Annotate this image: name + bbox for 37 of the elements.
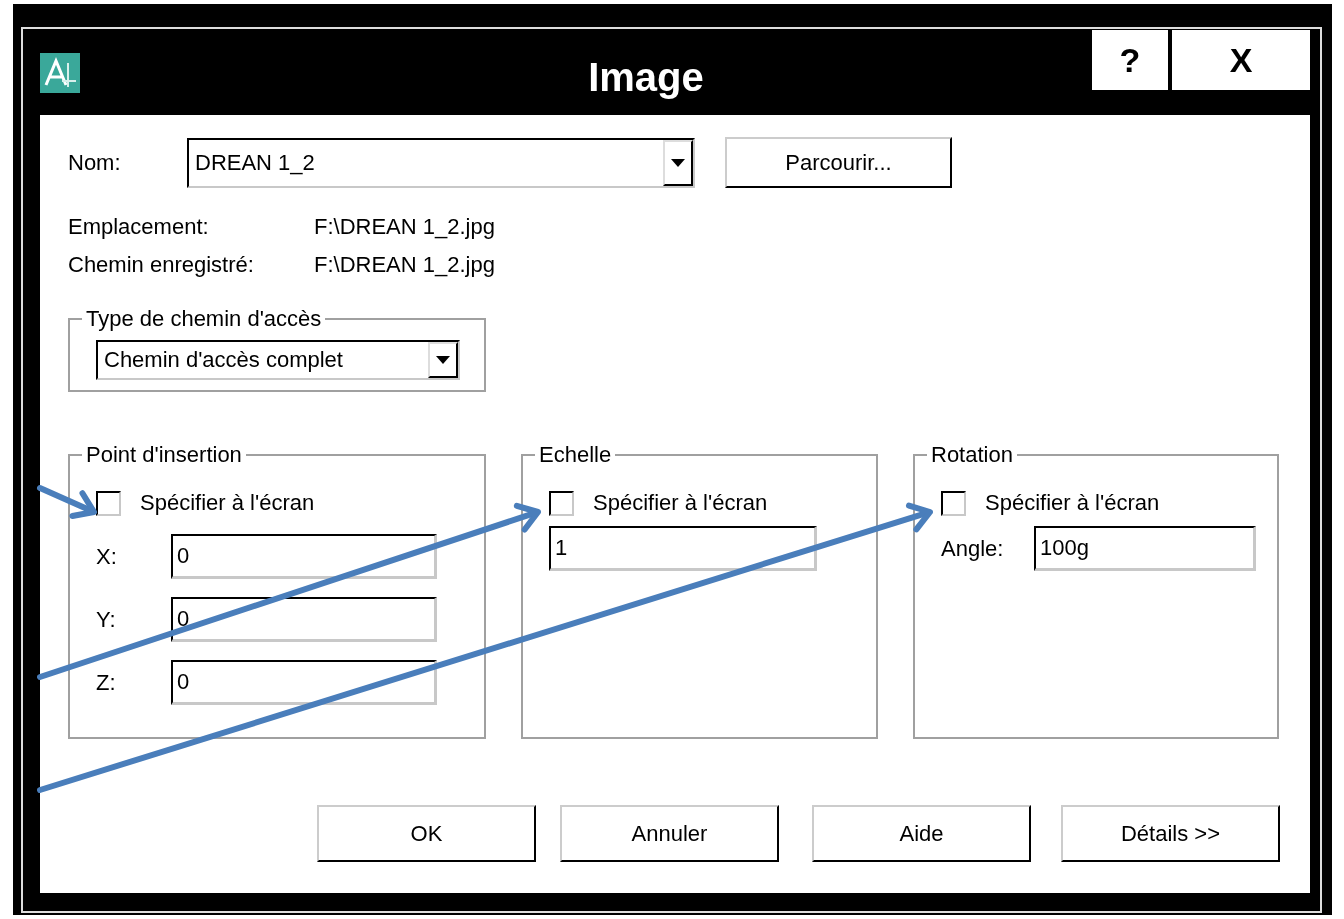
group-title: Echelle <box>538 442 613 468</box>
info-value: F:\DREAN 1_2.jpg <box>314 252 496 278</box>
input-field[interactable]: 0 <box>171 534 437 579</box>
checkbox[interactable] <box>96 490 121 516</box>
field-label: Z: <box>96 669 117 696</box>
dialog-button[interactable]: Annuler <box>560 805 779 862</box>
help-button[interactable]: ? <box>1092 30 1168 90</box>
path-type-dropdown[interactable]: Chemin d'accès complet <box>96 340 460 380</box>
dropdown-caret-icon <box>436 356 450 364</box>
field-label: Nom: <box>68 149 122 176</box>
checkbox-label[interactable]: Spécifier à l'écran <box>593 490 768 516</box>
checkbox[interactable] <box>941 490 966 516</box>
info-value: F:\DREAN 1_2.jpg <box>314 214 496 240</box>
input-field[interactable]: 0 <box>171 660 437 705</box>
input-field[interactable]: 1 <box>549 526 817 571</box>
checkbox-label[interactable]: Spécifier à l'écran <box>985 490 1160 516</box>
input-field[interactable]: 0 <box>171 597 437 642</box>
group-title: Rotation <box>930 442 1014 468</box>
group-title: Point d'insertion <box>85 442 243 468</box>
browse-button[interactable]: Parcourir... <box>725 137 952 188</box>
app-icon <box>40 53 80 93</box>
info-label: Chemin enregistré: <box>68 252 255 278</box>
field-label: X: <box>96 543 118 570</box>
checkbox[interactable] <box>549 490 574 516</box>
info-label: Emplacement: <box>68 214 210 240</box>
input-field[interactable]: 100g <box>1034 526 1256 571</box>
name-dropdown[interactable]: DREAN 1_2 <box>187 137 695 188</box>
field-label: Angle: <box>941 535 1005 562</box>
close-button[interactable]: X <box>1172 30 1310 90</box>
dropdown-caret-icon <box>671 158 685 167</box>
checkbox-label[interactable]: Spécifier à l'écran <box>140 490 315 516</box>
field-label: Y: <box>96 606 117 633</box>
dialog-button[interactable]: Aide <box>812 805 1031 862</box>
window-title: Image <box>588 55 704 100</box>
dialog-button[interactable]: Détails >> <box>1061 805 1280 862</box>
group-title: Type de chemin d'accès <box>85 306 323 332</box>
dialog-button[interactable]: OK <box>317 805 536 862</box>
